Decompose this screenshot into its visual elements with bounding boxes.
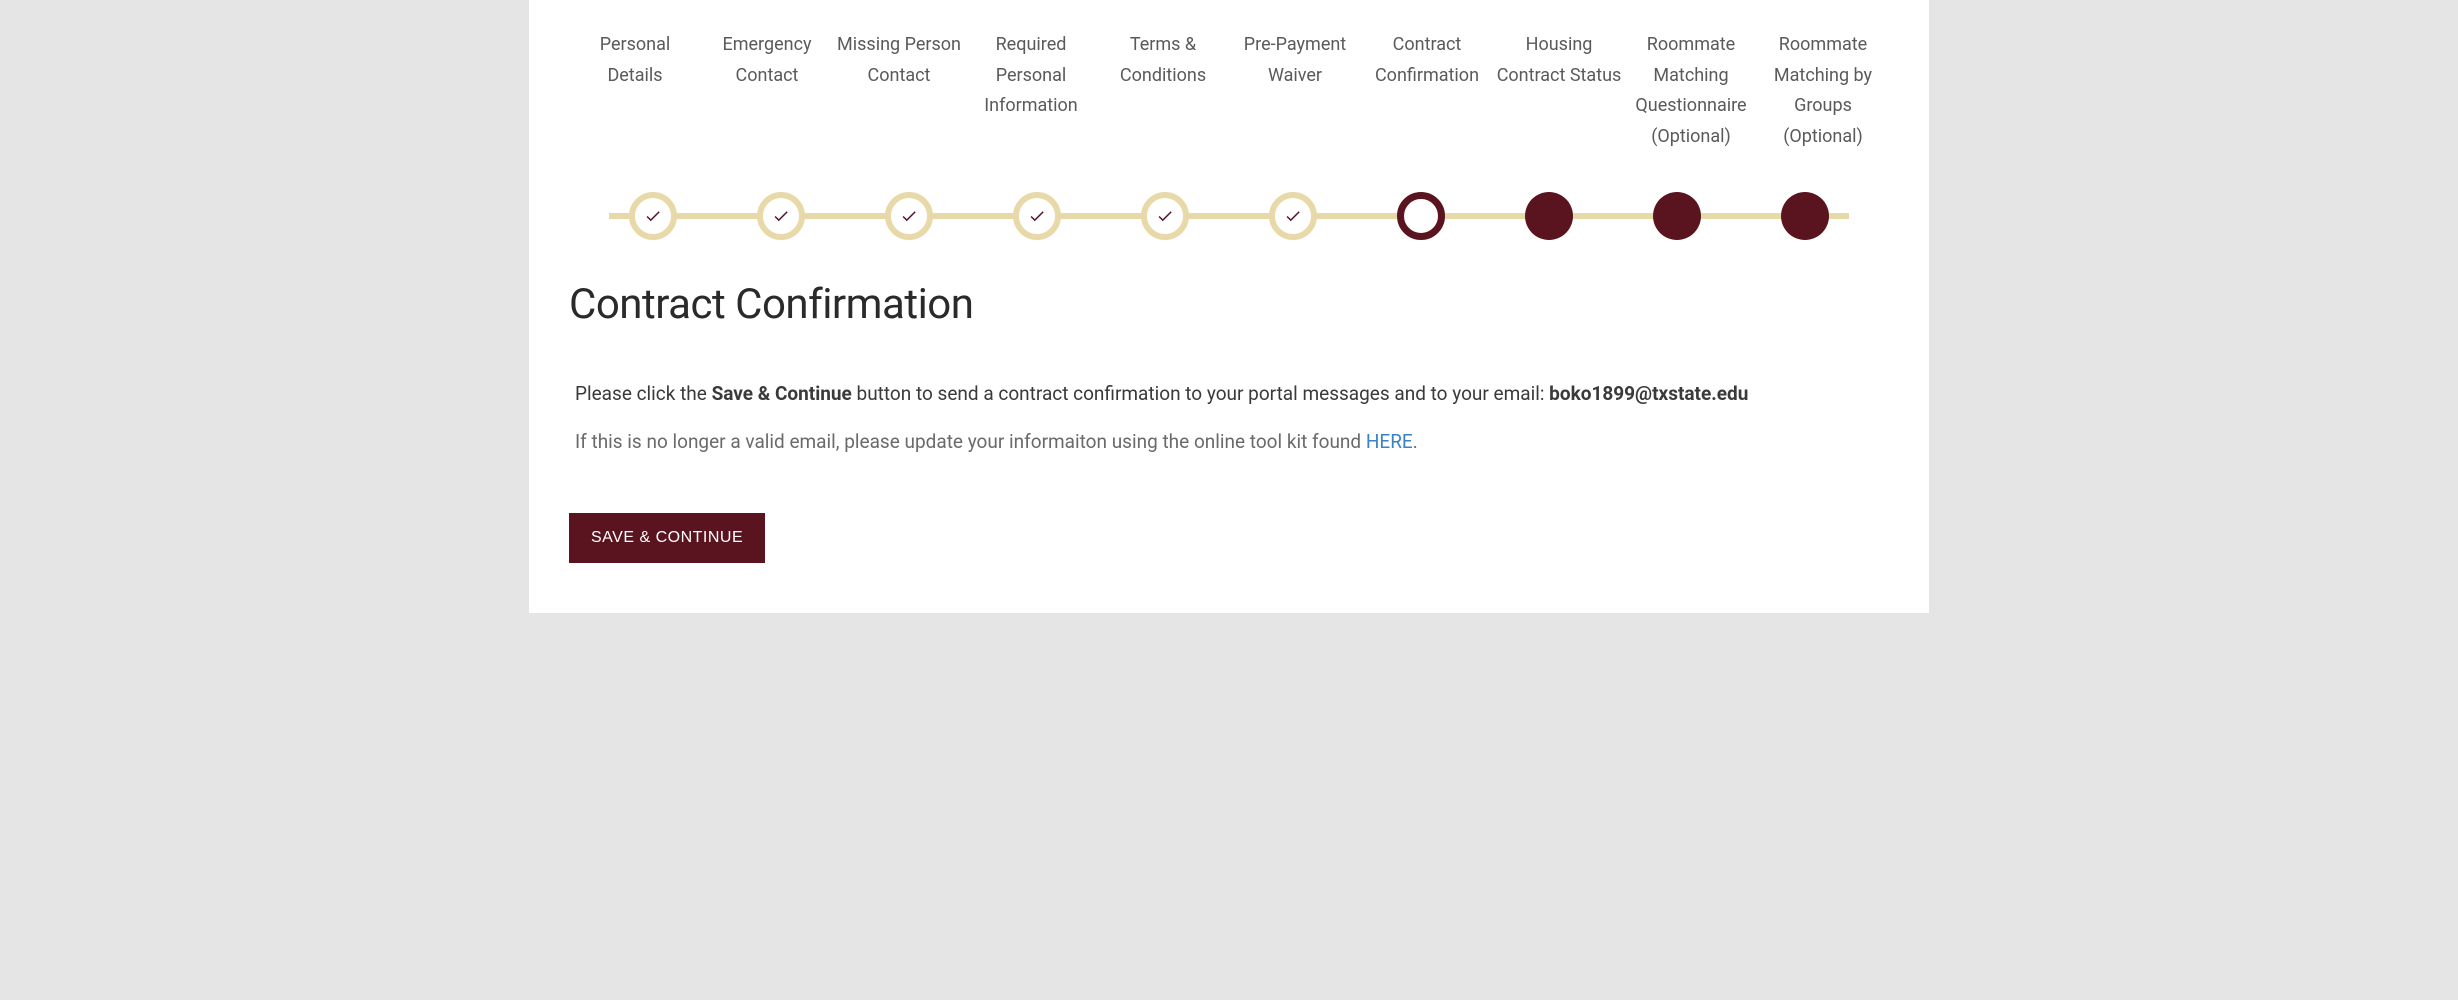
sub-pre: If this is no longer a valid email, plea… [575, 430, 1366, 453]
main-container: Personal Details Emergency Contact Missi… [529, 0, 1929, 613]
save-continue-button[interactable]: SAVE & CONTINUE [569, 513, 765, 563]
check-icon [644, 207, 662, 225]
step-label[interactable]: Personal Details [569, 30, 701, 152]
check-icon [772, 207, 790, 225]
intro-text: Please click the Save & Continue button … [569, 379, 1889, 409]
step-circle-completed[interactable] [1141, 192, 1189, 240]
step-label[interactable]: Missing Person Contact [833, 30, 965, 152]
step-circle-current[interactable] [1397, 192, 1445, 240]
step-label[interactable]: Emergency Contact [701, 30, 833, 152]
step-circle-future[interactable] [1525, 192, 1573, 240]
check-icon [900, 207, 918, 225]
step-label[interactable]: Required Personal Information [965, 30, 1097, 152]
step-label[interactable]: Pre-Payment Waiver [1229, 30, 1361, 152]
intro-mid: button to send a contract confirmation t… [852, 382, 1549, 405]
intro-bold-save: Save & Continue [712, 382, 852, 405]
step-circle-completed[interactable] [1013, 192, 1061, 240]
step-circle-future[interactable] [1653, 192, 1701, 240]
step-circle-completed[interactable] [757, 192, 805, 240]
page-title: Contract Confirmation [569, 280, 1889, 329]
check-icon [1284, 207, 1302, 225]
step-circle-completed[interactable] [1269, 192, 1317, 240]
step-circle-completed[interactable] [629, 192, 677, 240]
step-label[interactable]: Roommate Matching by Groups (Optional) [1757, 30, 1889, 152]
step-label[interactable]: Terms & Conditions [1097, 30, 1229, 152]
sub-text: If this is no longer a valid email, plea… [569, 430, 1889, 453]
step-label[interactable]: Roommate Matching Questionnaire (Optiona… [1625, 30, 1757, 152]
intro-pre: Please click the [575, 382, 712, 405]
check-icon [1156, 207, 1174, 225]
progress-bar [589, 192, 1869, 240]
sub-post: . [1413, 430, 1418, 453]
check-icon [1028, 207, 1046, 225]
here-link[interactable]: HERE [1366, 430, 1413, 453]
intro-email: boko1899@txstate.edu [1549, 382, 1748, 405]
step-circle-completed[interactable] [885, 192, 933, 240]
step-circle-future[interactable] [1781, 192, 1829, 240]
stepper-labels: Personal Details Emergency Contact Missi… [569, 30, 1889, 152]
step-label[interactable]: Housing Contract Status [1493, 30, 1625, 152]
step-label[interactable]: Contract Confirmation [1361, 30, 1493, 152]
